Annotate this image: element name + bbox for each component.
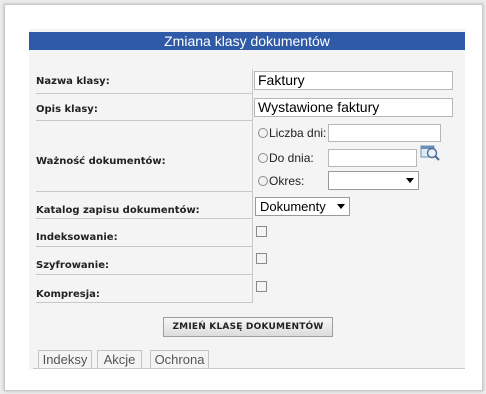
row-divider — [36, 191, 252, 192]
period-select[interactable] — [328, 171, 419, 190]
days-input[interactable] — [328, 124, 441, 142]
chevron-down-icon — [406, 178, 414, 183]
row-divider — [36, 246, 252, 247]
chevron-down-icon — [337, 204, 345, 209]
row-divider — [36, 302, 252, 303]
compression-label: Kompresja: — [36, 289, 100, 300]
change-class-button[interactable]: ZMIEŃ KLASĘ DOKUMENTÓW — [163, 317, 333, 337]
class-description-label: Opis klasy: — [36, 104, 98, 115]
row-divider — [36, 218, 252, 219]
compression-checkbox[interactable] — [256, 281, 267, 292]
validity-label: Ważność dokumentów: — [36, 156, 166, 167]
indexing-label: Indeksowanie: — [36, 232, 118, 243]
period-radio[interactable] — [258, 176, 268, 186]
row-divider — [36, 120, 252, 121]
until-date-input[interactable] — [328, 149, 417, 167]
until-date-radio-label: Do dnia: — [269, 151, 314, 165]
column-divider — [252, 69, 253, 303]
class-edit-form: Zmiana klasy dokumentów Nazwa klasy: Fak… — [29, 29, 465, 369]
storage-catalog-label: Katalog zapisu dokumentów: — [36, 205, 200, 216]
indexing-checkbox[interactable] — [256, 226, 267, 237]
storage-catalog-value: Dokumenty — [260, 199, 326, 214]
calendar-search-icon[interactable] — [420, 144, 440, 162]
encryption-checkbox[interactable] — [256, 253, 267, 264]
until-date-radio[interactable] — [258, 153, 268, 163]
encryption-label: Szyfrowanie: — [36, 260, 110, 271]
storage-catalog-select[interactable]: Dokumenty — [255, 197, 350, 216]
class-description-input[interactable]: Wystawione faktury — [254, 98, 453, 117]
tabs-baseline — [33, 368, 465, 369]
dialog-title: Zmiana klasy dokumentów — [29, 32, 465, 50]
class-name-label: Nazwa klasy: — [36, 76, 110, 87]
row-divider — [36, 274, 252, 275]
tab-indexes[interactable]: Indeksy — [38, 350, 92, 369]
period-radio-label: Okres: — [269, 174, 305, 188]
period-select-value — [329, 173, 332, 188]
window-frame: Zmiana klasy dokumentów Nazwa klasy: Fak… — [4, 4, 483, 391]
row-divider — [36, 93, 252, 94]
tab-actions[interactable]: Akcje — [97, 350, 142, 369]
tab-protection[interactable]: Ochrona — [150, 350, 209, 369]
class-name-input[interactable]: Faktury — [254, 71, 453, 90]
days-radio-label: Liczba dni: — [269, 126, 327, 140]
days-radio[interactable] — [258, 128, 268, 138]
